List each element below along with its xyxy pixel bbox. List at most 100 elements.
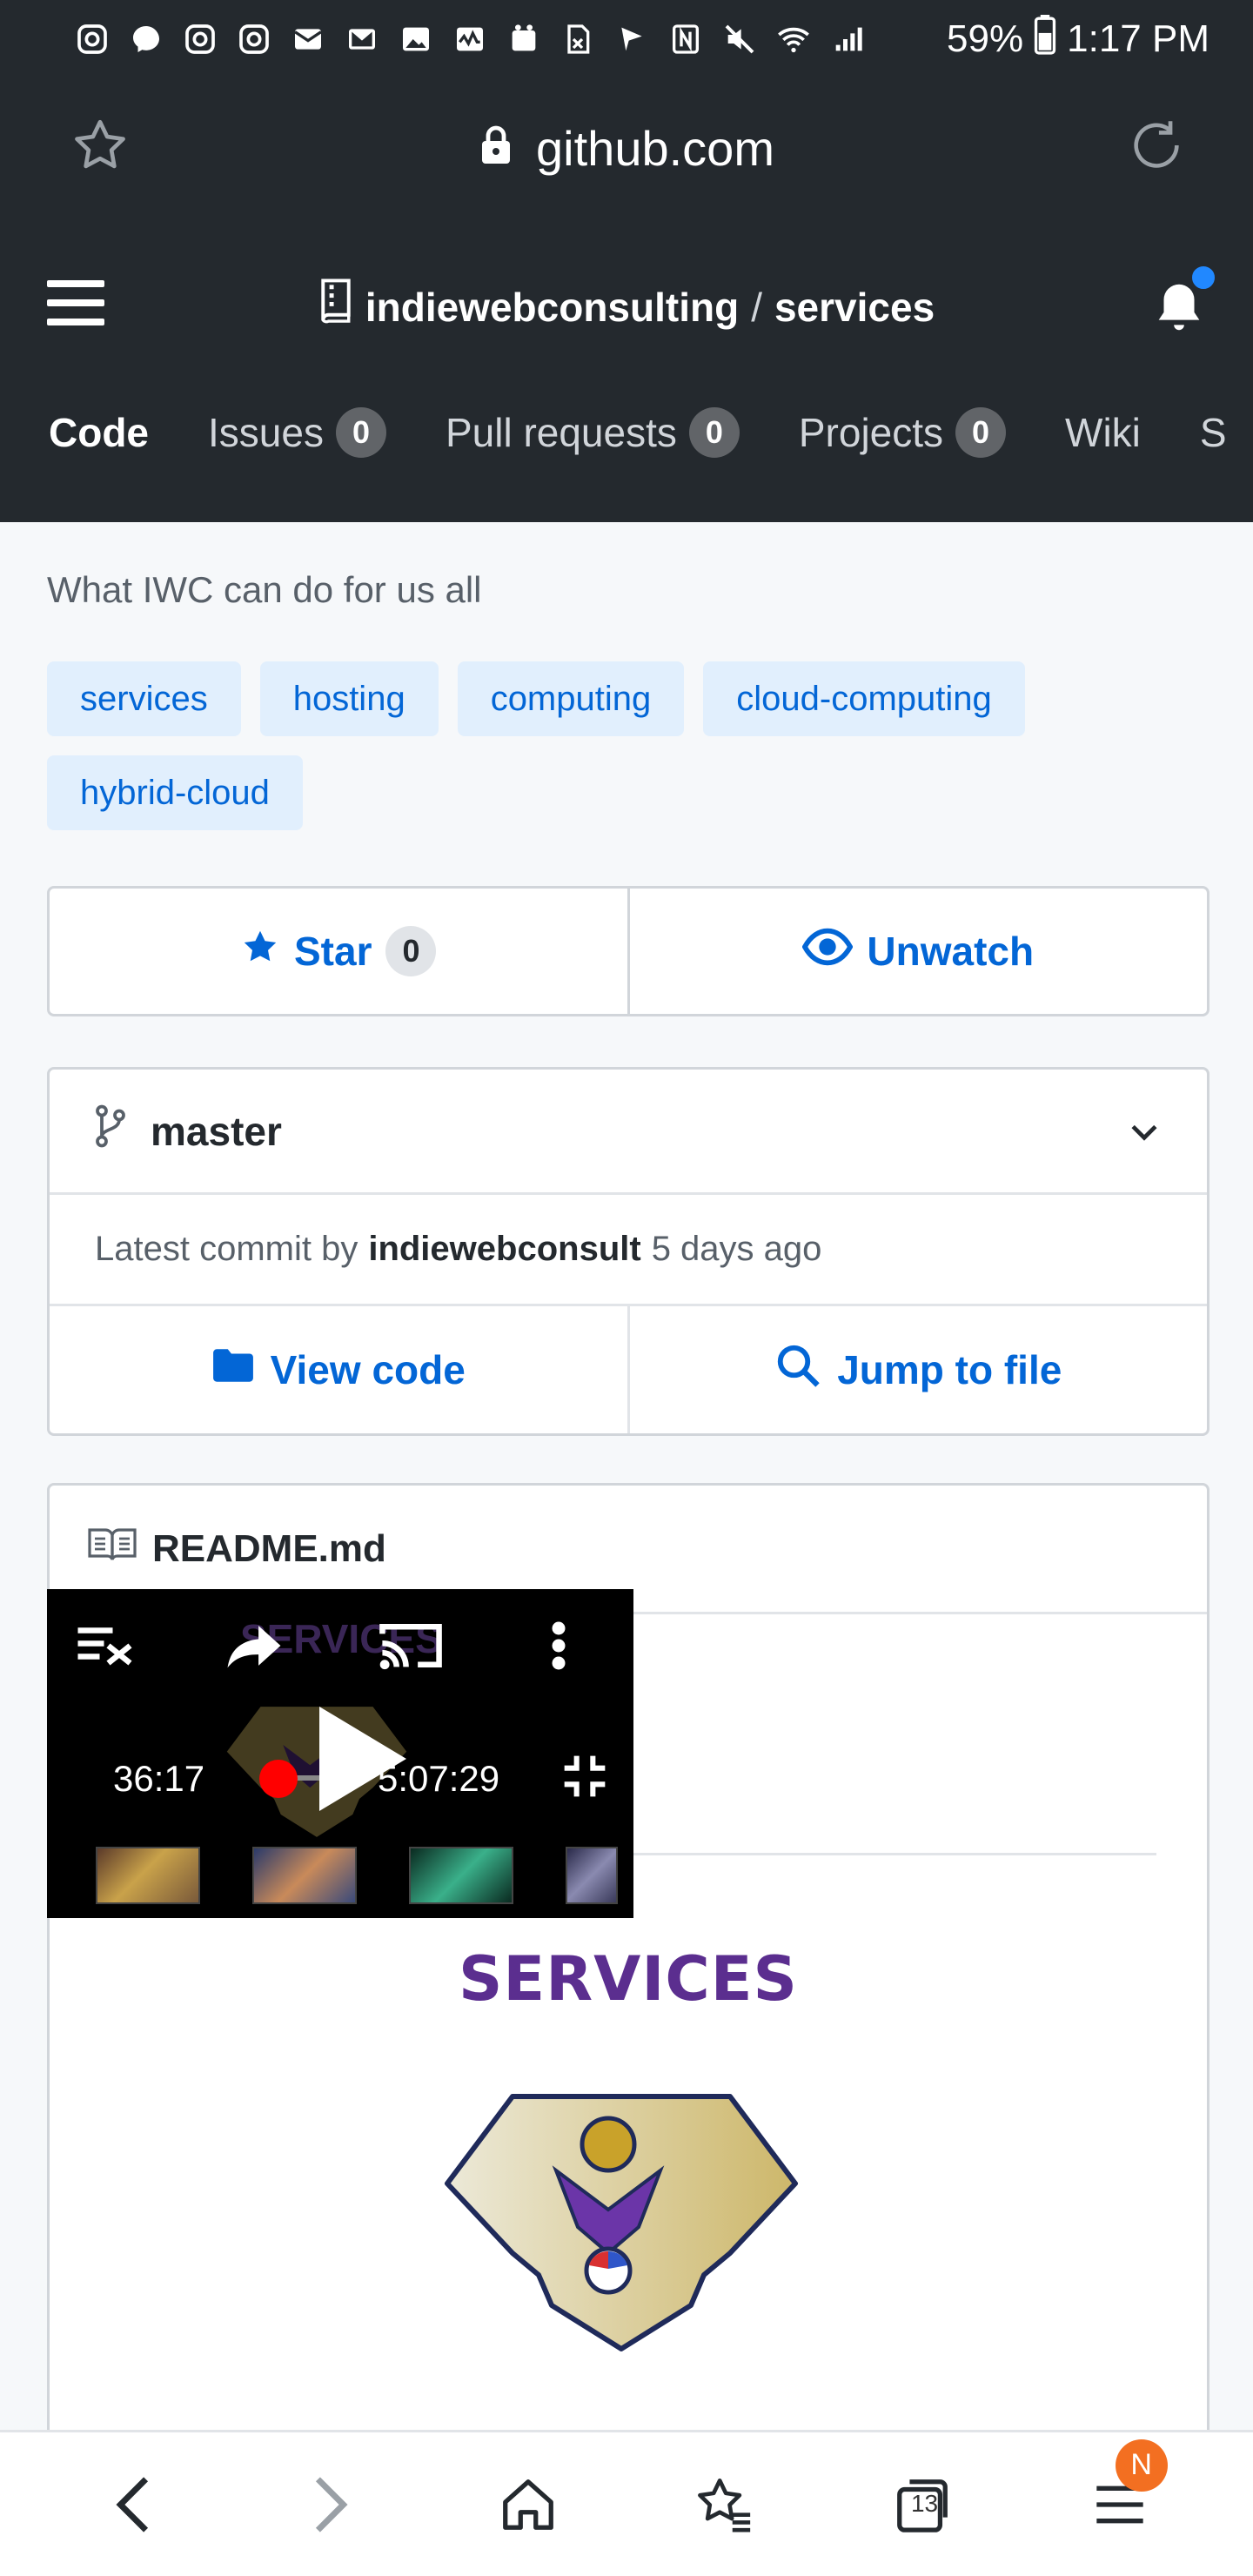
commit-author[interactable]: indiewebconsult	[368, 1230, 640, 1269]
signal-icon	[828, 22, 867, 57]
unwatch-button[interactable]: Unwatch	[626, 889, 1208, 1014]
repo-icon	[318, 278, 353, 335]
menu-notification-badge: N	[1115, 2438, 1168, 2492]
instagram-icon	[181, 22, 219, 57]
star-icon	[240, 927, 280, 976]
tab-label: Wiki	[1065, 410, 1141, 455]
branch-box: master Latest commit by indiewebconsult …	[47, 1067, 1209, 1436]
star-label: Star	[294, 929, 372, 974]
divider	[554, 1853, 1156, 1855]
video-thumbnail[interactable]	[409, 1847, 513, 1904]
mute-icon	[720, 22, 759, 57]
readme-heading: SERVICES	[459, 1943, 798, 2015]
exit-fullscreen-icon[interactable]	[552, 1746, 618, 1807]
unread-notification-dot	[1189, 263, 1218, 292]
tab-security[interactable]: S	[1200, 409, 1227, 456]
star-count: 0	[385, 926, 437, 976]
tab-label: Code	[49, 410, 149, 455]
menu-icon[interactable]: N	[1081, 2438, 1168, 2544]
forward-icon[interactable]	[291, 2465, 370, 2544]
tab-code[interactable]: Code	[49, 409, 149, 456]
eye-icon	[802, 927, 854, 976]
mail-icon	[289, 22, 327, 57]
battery-icon	[1034, 14, 1056, 64]
latest-commit: Latest commit by indiewebconsult 5 days …	[50, 1195, 1207, 1306]
tab-label: Issues	[208, 410, 324, 455]
tabs-icon[interactable]: 13	[883, 2465, 962, 2544]
battery-level: 59%	[947, 17, 1024, 60]
share-icon[interactable]	[221, 1615, 287, 1676]
floating-video-player[interactable]: SERVICES 36:17 5:07:29	[47, 1589, 633, 1918]
notification-icons	[73, 22, 867, 57]
unwatch-label: Unwatch	[867, 929, 1035, 974]
tab-count: 13	[910, 2489, 939, 2517]
github-header: indiewebconsulting / services Code Issue…	[0, 218, 1253, 522]
pull-requests-counter: 0	[688, 407, 740, 458]
branch-name: master	[151, 1108, 282, 1154]
commit-prefix: Latest commit by	[95, 1230, 358, 1268]
video-thumbnail[interactable]	[566, 1847, 618, 1904]
tab-label: Projects	[798, 410, 944, 455]
status-bar: 59% 1:17 PM	[0, 0, 1253, 78]
tab-label: Pull requests	[445, 410, 677, 455]
wifi-icon	[774, 22, 813, 57]
code-actions: View code Jump to file	[50, 1306, 1207, 1433]
tab-pull-requests[interactable]: Pull requests 0	[446, 407, 740, 458]
jump-to-file-label: Jump to file	[837, 1347, 1062, 1392]
jump-to-file-button[interactable]: Jump to file	[626, 1306, 1208, 1433]
instagram-icon	[73, 22, 111, 57]
browser-bottom-nav: 13 N	[0, 2430, 1253, 2576]
topic-tag[interactable]: cloud-computing	[703, 661, 1025, 736]
issues-counter: 0	[335, 407, 386, 458]
video-current-time: 36:17	[113, 1758, 205, 1799]
repo-separator: /	[751, 284, 762, 330]
nfc-icon	[667, 22, 705, 57]
repo-tabs: Code Issues 0 Pull requests 0 Projects 0 Wi…	[49, 407, 1227, 458]
address-field[interactable]: github.com	[0, 120, 1253, 177]
view-code-label: View code	[270, 1347, 466, 1392]
repo-breadcrumb: indiewebconsulting / services	[0, 278, 1253, 335]
video-thumbnail[interactable]	[96, 1847, 200, 1904]
bookmarks-icon[interactable]	[686, 2465, 764, 2544]
topic-tag[interactable]: hosting	[259, 661, 439, 736]
topic-tag[interactable]: services	[47, 661, 241, 736]
tab-label: S	[1199, 410, 1227, 455]
video-scrubber-dot[interactable]	[259, 1760, 298, 1798]
search-icon	[774, 1342, 821, 1399]
topics-list: services hosting computing cloud-computi…	[47, 661, 1213, 830]
tab-wiki[interactable]: Wiki	[1065, 409, 1141, 456]
clock: 1:17 PM	[1067, 17, 1209, 60]
sim-icon	[559, 22, 597, 57]
url-text: github.com	[536, 121, 774, 176]
tab-projects[interactable]: Projects 0	[798, 407, 1007, 458]
playlist-icon[interactable]	[73, 1615, 139, 1676]
activity-icon	[451, 22, 489, 57]
repo-description: What IWC can do for us all	[47, 569, 482, 610]
projects-counter: 0	[955, 407, 1007, 458]
repo-owner-link[interactable]: indiewebconsulting	[365, 284, 739, 331]
topic-tag[interactable]: hybrid-cloud	[47, 755, 303, 830]
view-code-button[interactable]: View code	[50, 1306, 627, 1433]
repo-name-link[interactable]: services	[774, 284, 935, 331]
app-icon	[505, 22, 543, 57]
video-thumbnail[interactable]	[252, 1847, 357, 1904]
branch-selector[interactable]: master	[50, 1070, 1207, 1195]
reload-icon[interactable]	[1126, 115, 1187, 176]
topic-tag[interactable]: computing	[457, 661, 685, 736]
star-watch-box: Star 0 Unwatch	[47, 886, 1209, 1016]
cast-icon[interactable]	[378, 1615, 444, 1676]
back-icon[interactable]	[94, 2465, 172, 2544]
more-options-icon[interactable]	[526, 1615, 592, 1676]
lock-icon	[479, 120, 513, 177]
browser-url-bar: github.com	[0, 78, 1253, 218]
services-logo-image	[445, 2094, 798, 2351]
commit-time: 5 days ago	[651, 1230, 822, 1268]
home-icon[interactable]	[489, 2465, 567, 2544]
messenger-icon	[127, 22, 165, 57]
git-branch-icon	[93, 1104, 128, 1157]
tab-issues[interactable]: Issues 0	[208, 407, 386, 458]
star-button[interactable]: Star 0	[50, 889, 627, 1014]
chevron-down-icon	[1125, 1112, 1163, 1150]
instagram-icon	[235, 22, 273, 57]
image-icon	[397, 22, 435, 57]
